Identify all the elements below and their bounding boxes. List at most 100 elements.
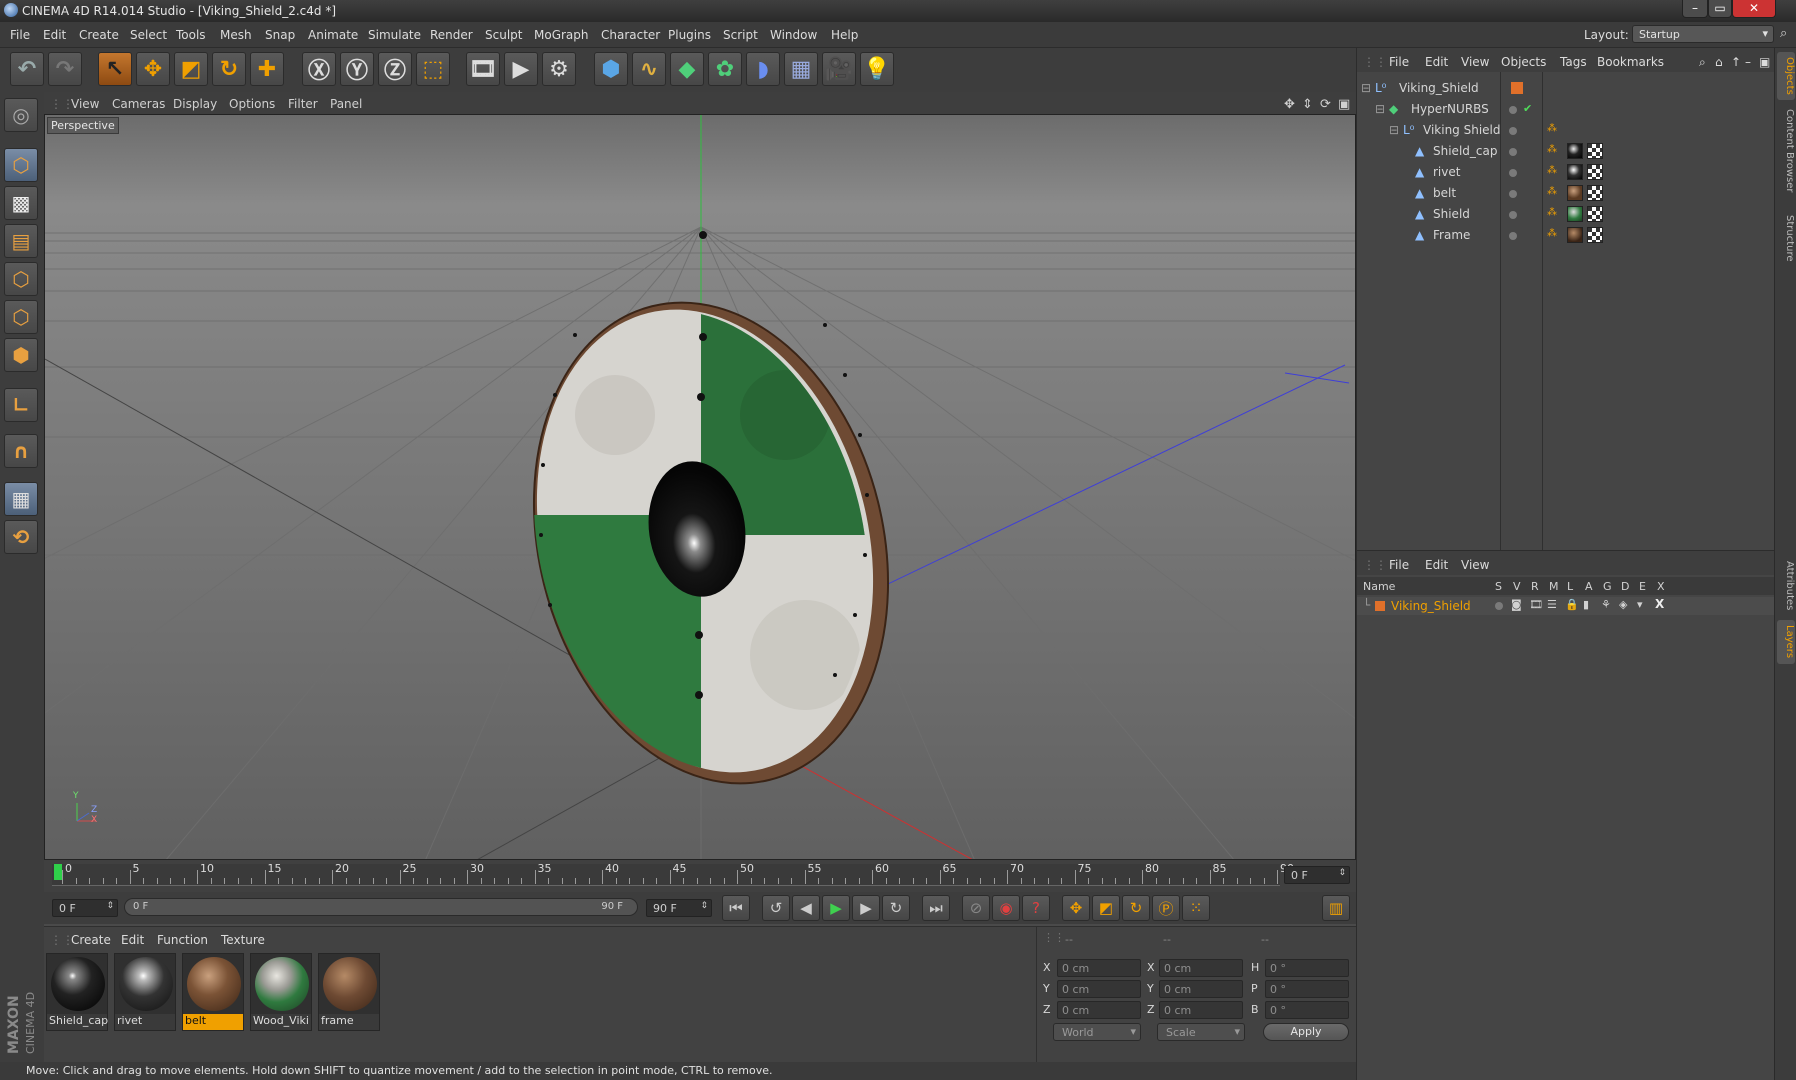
key-scale-button[interactable]: ◩ [1092,895,1120,921]
tree-row-viking-shield-null[interactable]: ⊟ L⁰ Viking_Shield [1357,78,1775,99]
restore-button[interactable]: ▭ [1708,0,1732,18]
menu-render[interactable]: Render [430,28,473,42]
uvw-tag-icon[interactable] [1587,206,1603,222]
enabled-check-icon[interactable]: ✔ [1523,102,1532,115]
phong-tag-icon[interactable]: ⁂ [1547,144,1557,155]
tab-structure[interactable]: Structure [1777,208,1795,268]
menu-sculpt[interactable]: Sculpt [485,28,522,42]
floor-button[interactable]: ▦ [784,52,818,86]
minimize-icon[interactable]: – [1745,55,1751,69]
camera-button[interactable]: 🎥 [822,52,856,86]
next-key-button[interactable]: ↻ [882,895,910,921]
material-tag-icon[interactable] [1567,206,1583,222]
material-wood-viki[interactable]: Wood_Viki [250,953,312,1031]
goto-start-button[interactable]: ⏮ [722,895,750,921]
up-arrow-icon[interactable]: ↑ [1731,55,1741,69]
prev-frame-button[interactable]: ◀ [792,895,820,921]
rotation-h-field[interactable]: 0 ° [1265,959,1349,977]
zoom-view-icon[interactable]: ⇕ [1302,97,1313,112]
mat-menu-edit[interactable]: Edit [121,933,144,947]
workplane-mode-button[interactable]: ▤ [4,224,38,258]
visibility-dot[interactable] [1509,169,1517,177]
search-icon[interactable]: ⌕ [1699,55,1706,70]
phong-tag-icon[interactable]: ⁂ [1547,186,1557,197]
tree-row-shield[interactable]: ▲ Shield ⁂ [1357,204,1775,225]
menu-character[interactable]: Character [601,28,660,42]
uvw-tag-icon[interactable] [1587,227,1603,243]
position-y-field[interactable]: 0 cm [1057,980,1141,998]
last-tool-button[interactable]: ✚ [250,52,284,86]
phong-tag-icon[interactable]: ⁂ [1547,228,1557,239]
current-frame-field[interactable]: 0 F ⇕ [1284,866,1350,884]
menu-select[interactable]: Select [130,28,167,42]
z-axis-lock-button[interactable]: Ⓩ [378,52,412,86]
collapse-icon[interactable]: ⊟ [1375,102,1385,116]
position-z-field[interactable]: 0 cm [1057,1001,1141,1019]
tab-objects[interactable]: Objects [1777,52,1795,100]
menu-create[interactable]: Create [79,28,119,42]
scale-tool-button[interactable]: ◩ [174,52,208,86]
menu-window[interactable]: Window [770,28,817,42]
material-tag-icon[interactable] [1567,143,1583,159]
key-position-button[interactable]: ✥ [1062,895,1090,921]
layer-color-swatch[interactable] [1375,601,1385,611]
array-button[interactable]: ✿ [708,52,742,86]
y-axis-lock-button[interactable]: Ⓨ [340,52,374,86]
move-view-icon[interactable]: ✥ [1284,97,1295,112]
uvw-tag-icon[interactable] [1587,185,1603,201]
layer-manager-icon[interactable]: ☰ [1547,598,1557,611]
size-x-field[interactable]: 0 cm [1159,959,1243,977]
material-tag-icon[interactable] [1567,185,1583,201]
material-tag-icon[interactable] [1567,164,1583,180]
obj-menu-file[interactable]: File [1389,55,1409,69]
uvw-tag-icon[interactable] [1587,164,1603,180]
tree-row-viking-shield[interactable]: ⊟ L⁰ Viking Shield ⁂ [1357,120,1775,141]
vp-menu-cameras[interactable]: Cameras [112,97,165,111]
size-y-field[interactable]: 0 cm [1159,980,1243,998]
layer-render-icon[interactable]: 🎞 [1529,598,1543,611]
goto-end-button[interactable]: ⏭ [922,895,950,921]
material-frame[interactable]: frame [318,953,380,1031]
end-frame-field[interactable]: 90 F ⇕ [646,899,712,917]
visibility-dot[interactable] [1509,211,1517,219]
layer-menu-file[interactable]: File [1389,558,1409,572]
tree-row-belt[interactable]: ▲ belt ⁂ [1357,183,1775,204]
timeline-ruler[interactable]: 051015202530354045505560657075808590 0 F… [44,860,1356,892]
vp-menu-view[interactable]: View [71,97,99,111]
layout-select[interactable]: Startup ▾ [1632,25,1774,43]
tree-row-shield-cap[interactable]: ▲ Shield_cap ⁂ [1357,141,1775,162]
texture-mode-button[interactable]: ▩ [4,186,38,220]
layer-row-viking-shield[interactable]: └ Viking_Shield ◙ 🎞 ☰ 🔒 ▮ ⚘ ◈ ▾ X [1357,597,1775,615]
tree-row-hypernurbs[interactable]: ⊟ ◆ HyperNURBS ✔ [1357,99,1775,120]
menu-snap[interactable]: Snap [265,28,295,42]
phong-tag-icon[interactable]: ⁂ [1547,123,1557,134]
vp-menu-panel[interactable]: Panel [330,97,362,111]
menu-mesh[interactable]: Mesh [220,28,252,42]
phong-tag-icon[interactable]: ⁂ [1547,207,1557,218]
visibility-dot[interactable] [1509,148,1517,156]
cube-object-button[interactable]: ⬢ [594,52,628,86]
panel-maximize-icon[interactable]: ▣ [1759,55,1770,69]
key-parameter-button[interactable]: Ⓟ [1152,895,1180,921]
edges-mode-button[interactable]: ⬡ [4,300,38,334]
axis-mode-button[interactable]: ∟ [4,388,38,422]
close-button[interactable]: ✕ [1732,0,1776,18]
rotation-p-field[interactable]: 0 ° [1265,980,1349,998]
start-frame-field[interactable]: 0 F ⇕ [52,899,118,917]
position-x-field[interactable]: 0 cm [1057,959,1141,977]
model-mode-button[interactable]: ⬡ [4,148,38,182]
layer-menu-edit[interactable]: Edit [1425,558,1448,572]
prev-key-button[interactable]: ↺ [762,895,790,921]
move-tool-button[interactable]: ✥ [136,52,170,86]
viewport-perspective[interactable]: Y Z X Perspective [44,114,1356,860]
minimize-button[interactable]: – [1682,0,1708,18]
vp-menu-display[interactable]: Display [173,97,217,111]
phong-tag-icon[interactable]: ⁂ [1547,165,1557,176]
mat-menu-texture[interactable]: Texture [221,933,265,947]
record-keys-button[interactable]: ⊘ [962,895,990,921]
material-shield-cap[interactable]: Shield_cap [46,953,108,1031]
menu-file[interactable]: File [10,28,30,42]
layer-expressions-icon[interactable]: ▾ [1637,598,1643,611]
layer-deformers-icon[interactable]: ◈ [1619,598,1627,611]
obj-menu-edit[interactable]: Edit [1425,55,1448,69]
